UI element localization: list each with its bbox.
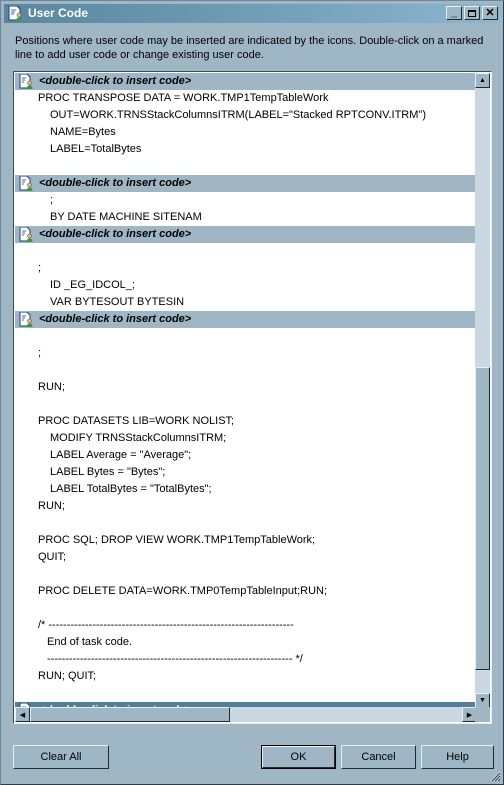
code-line-text: ;	[50, 194, 54, 206]
code-line-text: RUN; QUIT;	[38, 670, 97, 682]
code-line: ;	[15, 192, 477, 209]
horizontal-scroll-thumb[interactable]	[30, 707, 230, 722]
arrow-right-icon: ▶	[466, 711, 473, 719]
code-line-text: PROC DATASETS LIB=WORK NOLIST;	[38, 415, 235, 427]
horizontal-scrollbar[interactable]: ◀ ▶	[15, 707, 477, 722]
code-line: PROC DATASETS LIB=WORK NOLIST;	[15, 413, 477, 430]
code-line-text: MODIFY TRNSStackColumnsITRM;	[50, 432, 227, 444]
code-line: ;	[15, 345, 477, 362]
code-line: MODIFY TRNSStackColumnsITRM;	[15, 430, 477, 447]
arrow-up-icon: ▲	[479, 77, 486, 84]
marker-label: <double-click to insert code>	[39, 177, 192, 189]
code-lines[interactable]: <double-click to insert code> PROC TRANSP…	[15, 73, 477, 708]
insert-code-marker[interactable]: <double-click to insert code>	[15, 175, 477, 192]
insert-code-marker[interactable]: <double-click to insert code>	[15, 73, 477, 90]
code-line: /* -------------------------------------…	[15, 617, 477, 634]
marker-label: <double-click to insert code>	[39, 313, 192, 325]
vertical-scrollbar[interactable]: ▲ ▼	[475, 73, 490, 708]
insert-code-icon	[19, 74, 33, 89]
code-line: ;	[15, 260, 477, 277]
arrow-down-icon: ▼	[479, 697, 486, 704]
code-line: RUN;	[15, 498, 477, 515]
code-line: LABEL Bytes = "Bytes";	[15, 464, 477, 481]
window-title: User Code	[28, 6, 89, 20]
close-button[interactable]: ✕	[482, 6, 498, 20]
scroll-up-button[interactable]: ▲	[475, 73, 490, 88]
code-line-text: NAME=Bytes	[50, 126, 116, 138]
code-line: PROC SQL; DROP VIEW WORK.TMP1TempTableWo…	[15, 532, 477, 549]
code-line-text: /* -------------------------------------…	[38, 619, 294, 631]
user-code-dialog: User Code ✕ Positions where user code ma…	[0, 0, 504, 785]
code-line-text: OUT=WORK.TRNSStackColumnsITRM(LABEL="Sta…	[50, 109, 426, 121]
minimize-icon	[451, 15, 457, 18]
insert-code-icon	[19, 312, 33, 327]
code-line: RUN; QUIT;	[15, 668, 477, 685]
close-icon: ✕	[485, 6, 495, 19]
instructions-text: Positions where user code may be inserte…	[15, 35, 484, 61]
code-line: OUT=WORK.TRNSStackColumnsITRM(LABEL="Sta…	[15, 107, 477, 124]
code-line: LABEL Average = "Average";	[15, 447, 477, 464]
ok-button[interactable]: OK	[261, 745, 336, 769]
scrollbar-corner	[475, 707, 490, 722]
code-line: QUIT;	[15, 549, 477, 566]
code-line-text: PROC SQL; DROP VIEW WORK.TMP1TempTableWo…	[38, 534, 316, 546]
scroll-left-button[interactable]: ◀	[15, 707, 30, 722]
code-line: NAME=Bytes	[15, 124, 477, 141]
code-line-text: ID _EG_IDCOL_;	[50, 279, 135, 291]
code-line-text: LABEL TotalBytes = "TotalBytes";	[50, 483, 212, 495]
code-line-text: RUN;	[38, 381, 65, 393]
vertical-scroll-thumb[interactable]	[475, 367, 490, 670]
code-line-text: BY DATE MACHINE SITENAM	[50, 211, 202, 223]
code-viewer[interactable]: <double-click to insert code> PROC TRANSP…	[13, 71, 492, 724]
cancel-button[interactable]: Cancel	[341, 745, 416, 769]
resize-grip-icon[interactable]	[489, 770, 501, 782]
title-bar[interactable]: User Code ✕	[4, 4, 500, 23]
clear-all-button[interactable]: Clear All	[13, 745, 109, 769]
insert-code-marker[interactable]: <double-click to insert code>	[15, 311, 477, 328]
code-line-text: LABEL=TotalBytes	[50, 143, 142, 155]
code-line-text: LABEL Average = "Average";	[50, 449, 192, 461]
code-line-text: QUIT;	[38, 551, 67, 563]
code-line-text: ;	[38, 262, 42, 274]
code-line: VAR BYTESOUT BYTESIN	[15, 294, 477, 311]
help-button[interactable]: Help	[421, 745, 494, 769]
marker-label: <double-click to insert code>	[39, 228, 192, 240]
code-line-text: End of task code.	[47, 636, 132, 648]
maximize-button[interactable]	[464, 6, 480, 20]
code-line: PROC DELETE DATA=WORK.TMP0TempTableInput…	[15, 583, 477, 600]
code-line: End of task code.	[15, 634, 477, 651]
code-line-text: LABEL Bytes = "Bytes";	[50, 466, 166, 478]
insert-code-icon	[19, 227, 33, 242]
code-line-text: PROC DELETE DATA=WORK.TMP0TempTableInput…	[38, 585, 328, 597]
scroll-down-button[interactable]: ▼	[475, 693, 490, 708]
marker-label: <double-click to insert code>	[39, 75, 192, 87]
code-line-text: VAR BYTESOUT BYTESIN	[50, 296, 185, 308]
code-line: LABEL TotalBytes = "TotalBytes";	[15, 481, 477, 498]
code-line: LABEL=TotalBytes	[15, 141, 477, 158]
code-line: PROC TRANSPOSE DATA = WORK.TMP1TempTable…	[15, 90, 477, 107]
code-line: ID _EG_IDCOL_;	[15, 277, 477, 294]
code-line: ----------------------------------------…	[15, 651, 477, 668]
code-line-text: ----------------------------------------…	[47, 653, 303, 665]
arrow-left-icon: ◀	[19, 711, 26, 719]
insert-code-icon	[19, 176, 33, 191]
code-line-text: RUN;	[38, 500, 65, 512]
user-code-icon	[8, 6, 22, 21]
insert-code-marker[interactable]: <double-click to insert code>	[15, 226, 477, 243]
code-line: RUN;	[15, 379, 477, 396]
code-line-text: ;	[38, 347, 42, 359]
minimize-button[interactable]	[446, 6, 462, 20]
code-line: BY DATE MACHINE SITENAM	[15, 209, 477, 226]
code-line-text: PROC TRANSPOSE DATA = WORK.TMP1TempTable…	[38, 92, 329, 104]
maximize-icon	[468, 9, 476, 17]
